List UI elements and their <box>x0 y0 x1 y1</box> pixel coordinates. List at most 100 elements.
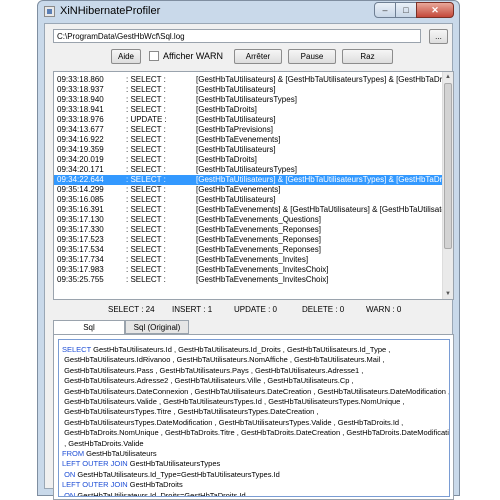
title-bar[interactable]: XiNHibernateProfiler – □ ✕ <box>38 1 459 23</box>
log-tables: [GestHbTaEvenements] <box>196 135 281 144</box>
log-tables: [GestHbTaEvenements_Reponses] <box>196 235 321 244</box>
log-row[interactable]: 09:33:18.941 : SELECT : [GestHbTaDroits] <box>54 105 442 115</box>
reset-button[interactable]: Raz <box>342 49 393 64</box>
show-warn-toggle[interactable]: Afficher WARN <box>149 51 223 61</box>
browse-button[interactable]: ... <box>429 29 448 44</box>
sql-keyword: SELECT <box>62 345 92 354</box>
log-operation: : SELECT : <box>126 215 166 224</box>
log-operation: : SELECT : <box>126 275 166 284</box>
log-operation: : SELECT : <box>126 105 166 114</box>
log-row[interactable]: 09:35:17.330: SELECT : [GestHbTaEvenement… <box>54 225 442 235</box>
sql-panel: SELECT GestHbTaUtilisateurs.Id , GestHbT… <box>53 334 454 500</box>
sql-fragment: GestHbTaUtilisateurs.Pass , GestHbTaUtil… <box>62 365 364 375</box>
log-row[interactable]: 09:34:19.359: SELECT : [GestHbTaUtilisate… <box>54 145 442 155</box>
log-tables: [GestHbTaPrevisions] <box>196 125 273 134</box>
log-operation: : SELECT : <box>126 85 166 94</box>
sql-keyword: LEFT OUTER JOIN <box>62 459 128 469</box>
log-operation: : SELECT : <box>126 155 166 164</box>
tab-sql-original[interactable]: Sql (Original) <box>125 320 189 334</box>
log-row[interactable]: 09:33:18.860: SELECT : [GestHbTaUtilisate… <box>54 75 453 85</box>
sql-keyword: ON <box>64 469 76 479</box>
log-row[interactable]: 09:35:17.734: SELECT : [GestHbTaEvenement… <box>54 255 442 265</box>
log-time: 09:35:14.299 <box>57 185 104 194</box>
log-time: 09:33:18.937 <box>57 85 104 94</box>
update-count: UPDATE : 0 <box>234 305 277 314</box>
sql-line: , GestHbTaDroits.Valide <box>62 439 446 449</box>
insert-count: INSERT : 1 <box>172 305 213 314</box>
log-tables: [GestHbTaUtilisateursTypes] <box>196 165 297 174</box>
log-row[interactable]: 09:34:20.171: SELECT : [GestHbTaUtilisate… <box>54 165 442 175</box>
log-time: 09:35:17.534 <box>57 245 104 254</box>
log-row[interactable]: 09:35:17.983: SELECT : [GestHbTaEvenement… <box>54 265 442 275</box>
sql-fragment: GestHbTaUtilisateurs.Adresse2 , GestHbTa… <box>62 376 354 386</box>
help-button[interactable]: Aide <box>111 49 141 64</box>
log-row[interactable]: 09:34:22.644: SELECT : [GestHbTaUtilisate… <box>54 175 453 185</box>
log-tables: [GestHbTaEvenements_Invites] <box>196 255 309 264</box>
log-tables: [GestHbTaUtilisateurs] <box>196 115 276 124</box>
log-operation: : SELECT : <box>126 75 166 84</box>
log-time: 09:33:18.940 <box>57 95 104 104</box>
log-row[interactable]: 09:35:16.391: SELECT : [GestHbTaEvenement… <box>54 205 453 215</box>
minimize-button[interactable]: – <box>374 2 396 18</box>
pause-button[interactable]: Pause <box>288 49 336 64</box>
log-row[interactable]: 09:35:17.523 : SELECT : [GestHbTaEvenement… <box>54 235 442 245</box>
sql-fragment: GestHbTaUtilisateurs.DateConnexion , Ges… <box>62 386 450 396</box>
stop-button[interactable]: Arrêter <box>234 49 282 64</box>
log-tables: [GestHbTaUtilisateurs] <box>196 85 276 94</box>
sql-text-area[interactable]: SELECT GestHbTaUtilisateurs.Id , GestHbT… <box>58 339 450 497</box>
scroll-up-arrow-icon[interactable]: ▲ <box>443 72 453 82</box>
log-path-input[interactable] <box>53 29 421 43</box>
window-title: XiNHibernateProfiler <box>60 5 161 17</box>
log-time: 09:34:22.644 <box>57 175 104 184</box>
log-row[interactable]: 09:35:16.085: SELECT : [GestHbTaUtilisate… <box>54 195 442 205</box>
log-operation: : SELECT : <box>126 205 166 214</box>
sql-fragment: , GestHbTaDroits.Valide <box>62 438 144 448</box>
log-time: 09:33:18.941 <box>57 105 104 114</box>
tab-sql[interactable]: Sql <box>53 320 125 335</box>
log-operation: : SELECT : <box>126 235 166 244</box>
log-time: 09:35:17.523 <box>57 235 104 244</box>
caption-buttons: – □ ✕ <box>374 2 454 18</box>
sql-fragment: GestHbTaUtilisateursTypes.DateModificati… <box>62 417 404 427</box>
maximize-button[interactable]: □ <box>395 2 417 18</box>
log-scrollbar[interactable]: ▲ ▼ <box>442 72 453 299</box>
log-row[interactable]: 09:34:16.922: SELECT : [GestHbTaEvenement… <box>54 135 442 145</box>
log-tables: [GestHbTaUtilisateurs] <box>196 145 276 154</box>
sql-fragment: GestHbTaUtilisateursTypes <box>127 459 221 469</box>
log-operation: : UPDATE : <box>126 115 167 124</box>
log-row[interactable]: 09:34:20.019: SELECT : [GestHbTaDroits] <box>54 155 442 165</box>
scroll-thumb[interactable] <box>444 83 452 249</box>
log-operation: : SELECT : <box>126 175 166 184</box>
log-row[interactable]: 09:33:18.937 : SELECT : [GestHbTaUtilisate… <box>54 85 442 95</box>
query-log-list[interactable]: 09:33:18.860: SELECT : [GestHbTaUtilisate… <box>53 71 454 300</box>
show-warn-checkbox[interactable] <box>149 51 159 61</box>
log-operation: : SELECT : <box>126 265 166 274</box>
select-count: SELECT : 24 <box>108 305 155 314</box>
client-area: ... Aide Afficher WARN Arrêter Pause Raz… <box>44 23 454 500</box>
scroll-down-arrow-icon[interactable]: ▼ <box>443 289 453 299</box>
close-button[interactable]: ✕ <box>416 2 454 18</box>
log-row[interactable]: 09:35:17.130: SELECT : [GestHbTaEvenement… <box>54 215 442 225</box>
log-tables: [GestHbTaEvenements_Questions] <box>196 215 321 224</box>
log-tables: [GestHbTaDroits] <box>196 105 257 114</box>
log-operation: : SELECT : <box>126 225 166 234</box>
log-row[interactable]: 09:33:18.976: UPDATE : [GestHbTaUtilisate… <box>54 115 442 125</box>
sql-line: GestHbTaUtilisateurs.DateConnexion , Ges… <box>62 387 449 397</box>
log-row[interactable]: 09:35:14.299: SELECT : [GestHbTaEvenement… <box>54 185 442 195</box>
delete-count: DELETE : 0 <box>302 305 345 314</box>
log-row[interactable]: 09:34:13.677: SELECT : [GestHbTaPrevision… <box>54 125 442 135</box>
sql-fragment: GestHbTaUtilisateurs.IdRivanoo , GestHbT… <box>62 355 385 365</box>
log-operation: : SELECT : <box>126 185 166 194</box>
sql-line: LEFT OUTER JOIN GestHbTaDroits <box>62 480 446 490</box>
log-operation: : SELECT : <box>126 195 166 204</box>
log-row[interactable]: 09:33:18.940: SELECT : [GestHbTaUtilisate… <box>54 95 442 105</box>
app-icon <box>44 6 55 17</box>
log-row[interactable]: 09:35:25.755: SELECT : [GestHbTaEvenement… <box>54 275 442 285</box>
log-row[interactable]: 09:35:17.534: SELECT : [GestHbTaEvenement… <box>54 245 442 255</box>
sql-line: GestHbTaUtilisateurs.Pass , GestHbTaUtil… <box>62 366 446 376</box>
sql-fragment: GestHbTaDroits.NomUnique , GestHbTaDroit… <box>62 428 450 438</box>
sql-line: GestHbTaUtilisateurs.Valide , GestHbTaUt… <box>62 397 446 407</box>
sql-line: GestHbTaUtilisateursTypes.DateModificati… <box>62 418 446 428</box>
log-operation: : SELECT : <box>126 95 166 104</box>
log-time: 09:34:13.677 <box>57 125 104 134</box>
